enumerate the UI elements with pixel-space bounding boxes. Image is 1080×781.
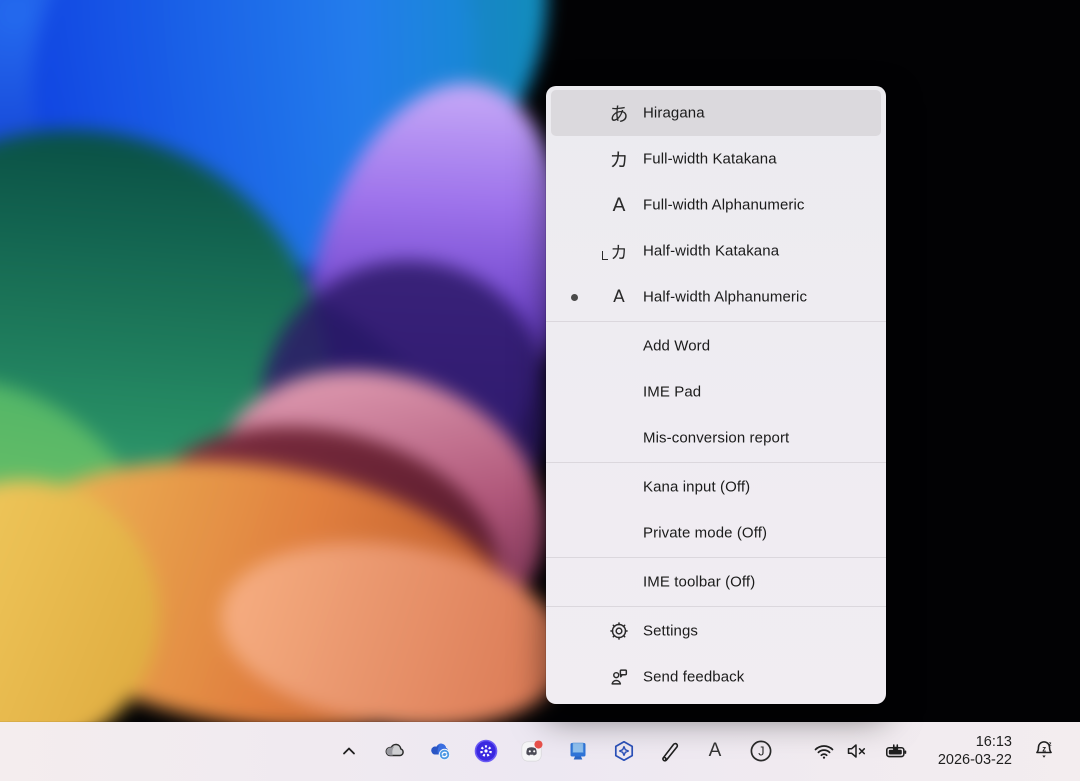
menu-item-private-mode[interactable]: Private mode (Off) [551, 510, 881, 556]
discord-icon[interactable] [520, 739, 544, 763]
menu-item-halfwidth-katakana[interactable]: カ Half-width Katakana [551, 228, 881, 274]
onedrive-cloud-icon[interactable] [383, 739, 407, 763]
menu-item-label: Send feedback [643, 669, 744, 686]
menu-item-label: IME Pad [643, 384, 701, 401]
clock-time: 16:13 [938, 733, 1012, 751]
chevron-up-icon[interactable] [337, 739, 361, 763]
wifi-icon[interactable] [812, 739, 836, 763]
menu-separator [546, 321, 886, 322]
bloom-petals [0, 0, 1080, 781]
taskbar-clock[interactable]: 16:13 2026-03-22 [938, 733, 1012, 769]
language-indicator[interactable]: J [749, 739, 773, 763]
ime-mode-a-label: A [709, 740, 722, 762]
menu-item-label: Mis-conversion report [643, 430, 789, 447]
svg-text:z: z [1042, 744, 1046, 753]
notification-bell-icon[interactable]: z z [1032, 738, 1056, 762]
clock-date: 2026-03-22 [938, 751, 1012, 769]
menu-item-label: Private mode (Off) [643, 525, 767, 542]
blue-ring-app-icon[interactable] [474, 739, 498, 763]
desktop-wallpaper [0, 0, 1080, 781]
menu-item-fullwidth-alphanumeric[interactable]: A Full-width Alphanumeric [551, 182, 881, 228]
menu-separator [546, 557, 886, 558]
alphanumeric-glyph-icon: A [601, 287, 637, 307]
menu-separator [546, 462, 886, 463]
menu-item-label: Hiragana [643, 105, 705, 122]
battery-charging-icon[interactable] [884, 739, 908, 763]
menu-item-ime-pad[interactable]: IME Pad [551, 369, 881, 415]
menu-item-ime-toolbar[interactable]: IME toolbar (Off) [551, 559, 881, 605]
menu-item-settings[interactable]: Settings [551, 608, 881, 654]
menu-item-label: Add Word [643, 338, 710, 355]
selected-bullet-icon [571, 294, 578, 301]
dev-box-icon[interactable] [612, 739, 636, 763]
menu-item-misconversion-report[interactable]: Mis-conversion report [551, 415, 881, 461]
katakana-glyph-icon: カ [601, 239, 637, 264]
feedback-icon [608, 666, 630, 688]
menu-item-send-feedback[interactable]: Send feedback [551, 654, 881, 700]
menu-item-label: Full-width Katakana [643, 151, 777, 168]
ime-mode-letter[interactable]: A [703, 739, 727, 763]
svg-text:J: J [758, 744, 764, 758]
pen-icon[interactable] [658, 739, 682, 763]
cloud-sync-icon[interactable] [429, 739, 453, 763]
remote-desktop-icon[interactable] [566, 739, 590, 763]
menu-separator [546, 606, 886, 607]
menu-item-label: Kana input (Off) [643, 479, 750, 496]
svg-text:z: z [1049, 742, 1052, 748]
menu-item-label: IME toolbar (Off) [643, 574, 755, 591]
gear-icon [608, 620, 630, 642]
ime-context-menu: あ Hiragana カ Full-width Katakana A Full-… [546, 86, 886, 704]
menu-item-label: Half-width Alphanumeric [643, 289, 807, 306]
menu-item-hiragana[interactable]: あ Hiragana [551, 90, 881, 136]
menu-item-halfwidth-alphanumeric[interactable]: A Half-width Alphanumeric [551, 274, 881, 320]
volume-muted-icon[interactable] [845, 739, 869, 763]
menu-item-add-word[interactable]: Add Word [551, 323, 881, 369]
menu-item-label: Settings [643, 623, 698, 640]
alphanumeric-glyph-icon: A [601, 194, 637, 216]
menu-item-fullwidth-katakana[interactable]: カ Full-width Katakana [551, 136, 881, 182]
menu-item-label: Full-width Alphanumeric [643, 197, 805, 214]
menu-item-label: Half-width Katakana [643, 243, 779, 260]
hiragana-glyph-icon: あ [601, 100, 637, 127]
katakana-glyph-icon: カ [601, 146, 637, 173]
menu-item-kana-input[interactable]: Kana input (Off) [551, 464, 881, 510]
taskbar: A J 16:13 2026-03-22 [0, 722, 1080, 781]
